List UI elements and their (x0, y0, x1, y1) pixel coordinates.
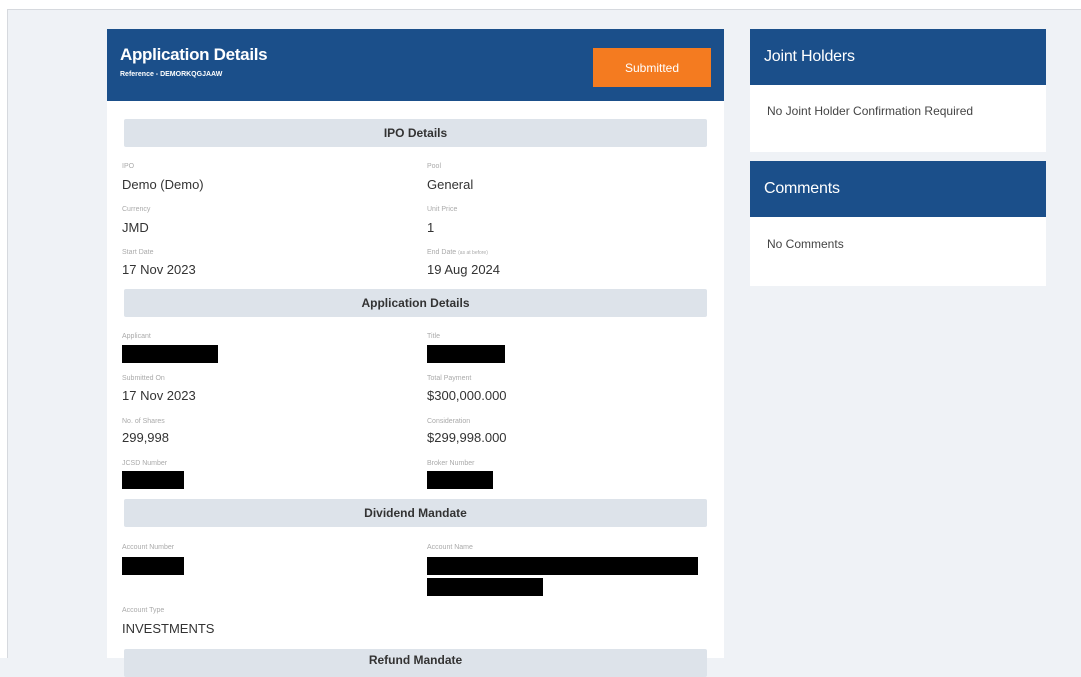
account-name-label: Account Name (427, 544, 473, 551)
consideration-label: Consideration (427, 418, 471, 425)
comments-message: No Comments (767, 237, 844, 251)
broker-number-label: Broker Number (427, 460, 475, 467)
start-date-label: Start Date (122, 249, 154, 256)
broker-number-redacted-value (427, 471, 493, 489)
applicant-redacted-value (122, 345, 218, 363)
account-name-redacted-line-2 (427, 578, 543, 596)
submitted-on-value: 17 Nov 2023 (122, 388, 196, 403)
title-redacted-value (427, 345, 505, 363)
pool-label: Pool (427, 163, 442, 170)
end-date-value: 19 Aug 2024 (427, 262, 501, 277)
application-details-card: Application Details Reference - DEMORKQG… (107, 29, 724, 677)
account-type-value: INVESTMENTS (122, 621, 215, 636)
end-date-label-text: End Date (427, 249, 457, 256)
submitted-on-label: Submitted On (122, 375, 165, 382)
account-number-redacted-value (122, 557, 184, 575)
joint-holders-message: No Joint Holder Confirmation Required (767, 104, 974, 118)
joint-holders-title: Joint Holders (750, 29, 1046, 85)
currency-value: JMD (122, 220, 149, 235)
start-date-value: 17 Nov 2023 (122, 262, 196, 277)
end-date-label: End Date (as at before) (427, 249, 488, 256)
ipo-value: Demo (Demo) (122, 177, 204, 192)
consideration-value: $299,998.000 (427, 430, 507, 445)
unit-price-value: 1 (427, 220, 435, 235)
ipo-details-section-header: IPO Details (124, 119, 707, 147)
application-reference: Reference - DEMORKQGJAAW (120, 71, 223, 78)
applicant-label: Applicant (122, 333, 151, 340)
account-name-redacted-line-1 (427, 557, 698, 575)
unit-price-label: Unit Price (427, 206, 458, 213)
ipo-label: IPO (122, 163, 135, 170)
total-payment-value: $300,000.000 (427, 388, 507, 403)
account-type-label: Account Type (122, 607, 165, 614)
application-details-section-header: Application Details (124, 289, 707, 317)
no-of-shares-label: No. of Shares (122, 418, 165, 425)
currency-label: Currency (122, 206, 151, 213)
account-number-label: Account Number (122, 544, 175, 551)
total-payment-label: Total Payment (427, 375, 472, 382)
joint-holders-card: Joint Holders No Joint Holder Confirmati… (750, 29, 1046, 152)
comments-card: Comments No Comments (750, 161, 1046, 286)
refund-mandate-section-header: Refund Mandate (124, 649, 707, 677)
page-title: Application Details (120, 45, 268, 64)
application-header: Application Details Reference - DEMORKQG… (107, 29, 724, 101)
pool-value: General (427, 177, 474, 192)
window-top-edge (0, 0, 1081, 10)
title-label: Title (427, 333, 440, 340)
no-of-shares-value: 299,998 (122, 430, 169, 445)
jcsd-number-label: JCSD Number (122, 460, 168, 467)
end-date-label-note: (as at before) (458, 250, 488, 256)
comments-title: Comments (750, 161, 1046, 217)
window-left-edge (0, 9, 8, 658)
submitted-status-button[interactable]: Submitted (593, 48, 711, 87)
jcsd-number-redacted-value (122, 471, 184, 489)
dividend-mandate-section-header: Dividend Mandate (124, 499, 707, 527)
